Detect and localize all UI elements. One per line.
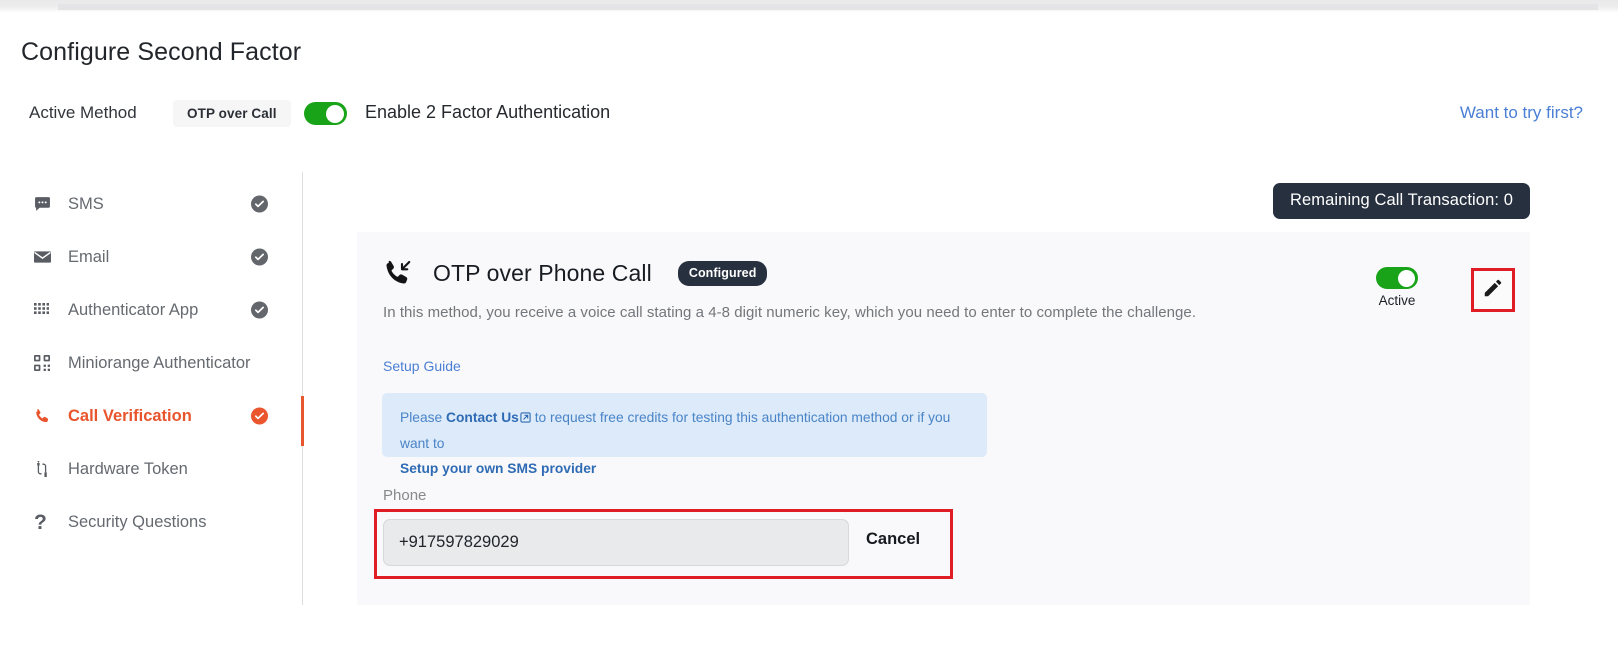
top-browser-strip [0, 0, 1618, 12]
check-circle-icon [251, 195, 268, 213]
qr-code-icon [34, 355, 64, 371]
question-mark-icon: ? [34, 510, 47, 534]
toggle-knob [326, 104, 344, 123]
card-title: OTP over Phone Call [433, 259, 652, 286]
toggle-knob [1398, 269, 1415, 287]
enable-2fa-label: Enable 2 Factor Authentication [365, 102, 611, 122]
info-lead-text: Please [400, 410, 447, 425]
pencil-icon [1482, 277, 1504, 304]
info-banner: Please Contact Us to request free credit… [382, 393, 987, 476]
check-circle-icon [251, 248, 268, 266]
usb-token-icon [34, 461, 64, 477]
active-toggle-label: Active [1378, 293, 1416, 308]
sidebar-item-email[interactable]: Email [0, 231, 302, 283]
active-toggle-group: Active [1367, 267, 1427, 308]
sidebar-item-sms[interactable]: SMS [0, 178, 302, 230]
edit-button[interactable] [1471, 268, 1515, 312]
external-link-icon [520, 406, 531, 431]
cancel-button[interactable]: Cancel [866, 530, 920, 549]
sidebar-item-label: Email [68, 247, 110, 266]
active-method-value-badge: OTP over Call [173, 100, 291, 127]
sidebar-item-call-verification[interactable]: Call Verification [0, 390, 302, 442]
active-toggle[interactable] [1376, 267, 1418, 289]
grid-dots-icon [34, 302, 64, 318]
chat-bubble-icon [34, 196, 64, 213]
sidebar-item-authenticator-app[interactable]: Authenticator App [0, 284, 302, 336]
envelope-icon [34, 250, 64, 264]
contact-us-link[interactable]: Contact Us [446, 410, 519, 425]
sidebar-item-label: Authenticator App [68, 300, 199, 319]
enable-2fa-toggle[interactable] [304, 102, 347, 125]
setup-own-sms-provider-link[interactable]: Setup your own SMS provider [400, 461, 596, 476]
want-to-try-first-link[interactable]: Want to try first? [1460, 103, 1583, 123]
remaining-call-transaction-badge: Remaining Call Transaction: 0 [1272, 183, 1530, 219]
sidebar-item-security-questions[interactable]: ? Security Questions [0, 496, 302, 548]
sidebar-item-miniorange-authenticator[interactable]: Miniorange Authenticator [0, 337, 302, 389]
sidebar-item-label: Hardware Token [68, 459, 188, 478]
page-title: Configure Second Factor [21, 38, 302, 66]
phone-field-label: Phone [383, 487, 427, 504]
phone-icon [34, 408, 64, 425]
active-item-accent-bar [301, 396, 305, 446]
check-circle-icon [251, 301, 268, 319]
otp-over-phone-call-card: OTP over Phone Call Configured In this m… [357, 232, 1530, 605]
sidebar-item-label: Security Questions [68, 512, 207, 531]
status-badge: Configured [677, 260, 768, 286]
check-circle-icon [251, 407, 268, 425]
setup-guide-link[interactable]: Setup Guide [383, 358, 461, 374]
card-header: OTP over Phone Call Configured [383, 258, 768, 288]
top-strip-inner [58, 4, 1598, 10]
sidebar-divider [302, 172, 304, 605]
header-row: Active Method OTP over Call Enable 2 Fac… [21, 100, 1618, 132]
card-description: In this method, you receive a voice call… [383, 304, 1197, 321]
phone-input[interactable] [383, 519, 849, 566]
active-method-label: Active Method [29, 103, 137, 122]
method-sidebar: SMS Email Authenticator App Miniorange A… [0, 178, 302, 604]
sidebar-item-label: Call Verification [68, 406, 192, 425]
sidebar-item-label: Miniorange Authenticator [68, 353, 251, 372]
incoming-call-icon [383, 258, 413, 288]
sidebar-item-label: SMS [68, 194, 104, 213]
sidebar-item-hardware-token[interactable]: Hardware Token [0, 443, 302, 495]
